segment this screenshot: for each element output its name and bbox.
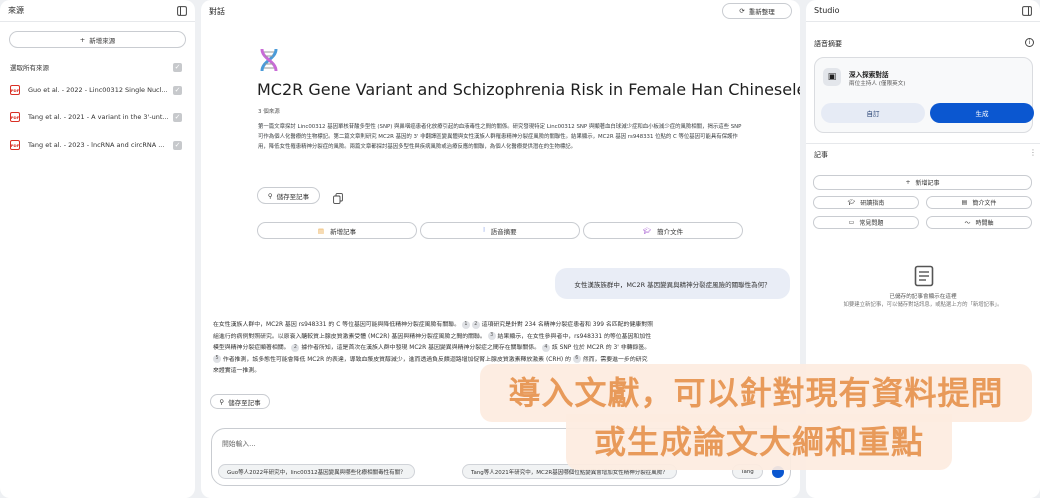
source-item[interactable]: PDF Tang et al. - 2021 - A variant in th…: [10, 110, 182, 124]
plus-icon: +: [79, 35, 86, 44]
dna-emoji-icon: [257, 47, 281, 77]
chat-title: 對話: [209, 6, 225, 16]
sources-title: 來源: [8, 6, 24, 15]
source-item[interactable]: PDF Tang et al. - 2023 - lncRNA and circ…: [10, 138, 182, 152]
study-guide-button[interactable]: 🎓︎ 研讀指南: [813, 196, 919, 209]
add-note-button[interactable]: + 新增記事: [813, 175, 1032, 190]
chat-header: 對話 ⟳ 重新整理: [201, 0, 800, 22]
more-options-icon[interactable]: ⋮: [1029, 148, 1037, 157]
checkbox-icon[interactable]: ✓: [173, 140, 182, 150]
citation-marker[interactable]: 4: [541, 343, 550, 352]
citation-marker[interactable]: 6: [572, 355, 581, 363]
timeline-icon: 〜: [964, 220, 971, 227]
citation-marker[interactable]: 1: [461, 320, 470, 329]
checkbox-icon[interactable]: ✓: [173, 112, 182, 122]
briefing-doc-button[interactable]: ▤ 簡介文件: [926, 196, 1032, 209]
suggestion-chip[interactable]: Guo等人2022年研究中，linc00312基因變異與哪些化療相關毒性有關？: [218, 464, 415, 479]
audio-card-title: 深入探索對話: [849, 71, 889, 79]
divider: [806, 143, 1040, 144]
pin-icon: ⚲: [219, 397, 225, 406]
document-title: MC2R Gene Variant and Schizophrenia Risk…: [257, 80, 800, 99]
customize-button[interactable]: 自訂: [821, 103, 925, 123]
source-item[interactable]: PDF Guo et al. - 2022 - Linc00312 Single…: [10, 83, 182, 97]
document-icon: ▤: [961, 199, 968, 206]
empty-notes-icon: [914, 265, 934, 291]
checkbox-icon[interactable]: ✓: [173, 62, 182, 72]
citation-marker[interactable]: 5: [213, 355, 221, 363]
annotation-banner-line2: 或生成論文大綱和重點: [566, 414, 952, 470]
collapse-panel-icon[interactable]: [177, 5, 187, 16]
audio-overview-action-button[interactable]: ⦚ 語音摘要: [420, 222, 580, 239]
audio-overview-title: 語音摘要: [814, 40, 842, 48]
audio-file-icon: ▣: [823, 68, 841, 86]
citation-marker[interactable]: 2: [471, 320, 480, 329]
studio-title: Studio: [814, 6, 840, 15]
generate-button[interactable]: 生成: [930, 103, 1034, 123]
faq-button[interactable]: ▭ 常見問題: [813, 216, 919, 229]
info-icon[interactable]: i: [1025, 38, 1034, 47]
pdf-icon: PDF: [10, 140, 20, 150]
save-note-button[interactable]: ⚲ 儲存至記事: [257, 187, 320, 204]
refresh-button[interactable]: ⟳ 重新整理: [722, 3, 792, 19]
note-icon: ▤: [317, 226, 325, 235]
plus-icon: +: [905, 179, 911, 186]
briefing-doc-action-button[interactable]: 🎓︎ 簡介文件: [583, 222, 743, 239]
studio-header: Studio: [806, 0, 1040, 22]
empty-notes-hint: 如要建立新記事，可以儲存對話訊息，或點選上方的「新增記事」。: [843, 302, 1003, 308]
copy-icon[interactable]: [333, 189, 343, 208]
sources-header: 來源: [0, 0, 195, 22]
pdf-icon: PDF: [10, 85, 20, 95]
citation-marker[interactable]: 2: [291, 343, 300, 352]
add-source-button[interactable]: + 新增來源: [9, 31, 186, 48]
pdf-icon: PDF: [10, 112, 20, 122]
select-all-row[interactable]: 選取所有來源 ✓: [10, 60, 182, 74]
graduation-cap-icon: 🎓︎: [847, 199, 856, 206]
pin-icon: ⚲: [267, 191, 273, 200]
notes-title: 記事: [814, 151, 828, 159]
waveform-icon: ⦚: [483, 226, 485, 234]
timeline-button[interactable]: 〜時間軸: [926, 216, 1032, 229]
chat-input[interactable]: 開始輸入...: [222, 438, 256, 448]
collapse-panel-icon[interactable]: [1022, 5, 1032, 16]
checkbox-icon[interactable]: ✓: [173, 85, 182, 95]
audio-overview-card: ▣ 深入探索對話 兩位主持人 (僅限英文) 自訂 生成: [814, 57, 1034, 133]
graduation-cap-icon: 🎓︎: [642, 226, 652, 235]
source-count: 3 個來源: [258, 109, 280, 115]
audio-card-subtitle: 兩位主持人 (僅限英文): [849, 81, 906, 87]
faq-icon: ▭: [848, 219, 855, 226]
save-note-button[interactable]: ⚲ 儲存至記事: [210, 394, 270, 409]
empty-notes-heading: 已儲存的記事會顯示在這裡: [889, 294, 957, 300]
user-question-bubble: 女性漢族族群中，MC2R 基因變異與精神分裂症風險的關聯性為何？: [555, 268, 790, 299]
refresh-icon: ⟳: [739, 7, 745, 15]
citation-marker[interactable]: 3: [487, 332, 496, 340]
add-note-action-button[interactable]: ▤ 新增記事: [257, 222, 417, 239]
sources-panel: 來源 + 新增來源 選取所有來源 ✓ PDF Guo et al. - 2022 …: [0, 0, 195, 498]
summary-text: 第一篇文章探討 Linc00312 基因單核苷酸多型性 (SNP) 與鼻咽癌患者…: [258, 124, 742, 151]
